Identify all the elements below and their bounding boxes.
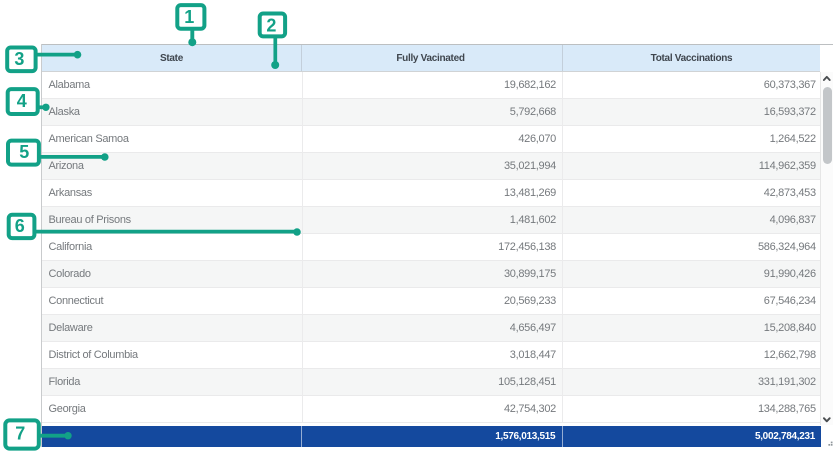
svg-text:5: 5 xyxy=(19,142,29,162)
svg-text:1: 1 xyxy=(184,7,194,27)
svg-text:7: 7 xyxy=(15,424,25,444)
svg-text:3: 3 xyxy=(14,49,24,69)
svg-text:2: 2 xyxy=(266,16,276,36)
svg-text:6: 6 xyxy=(15,216,25,236)
svg-text:4: 4 xyxy=(17,91,27,111)
